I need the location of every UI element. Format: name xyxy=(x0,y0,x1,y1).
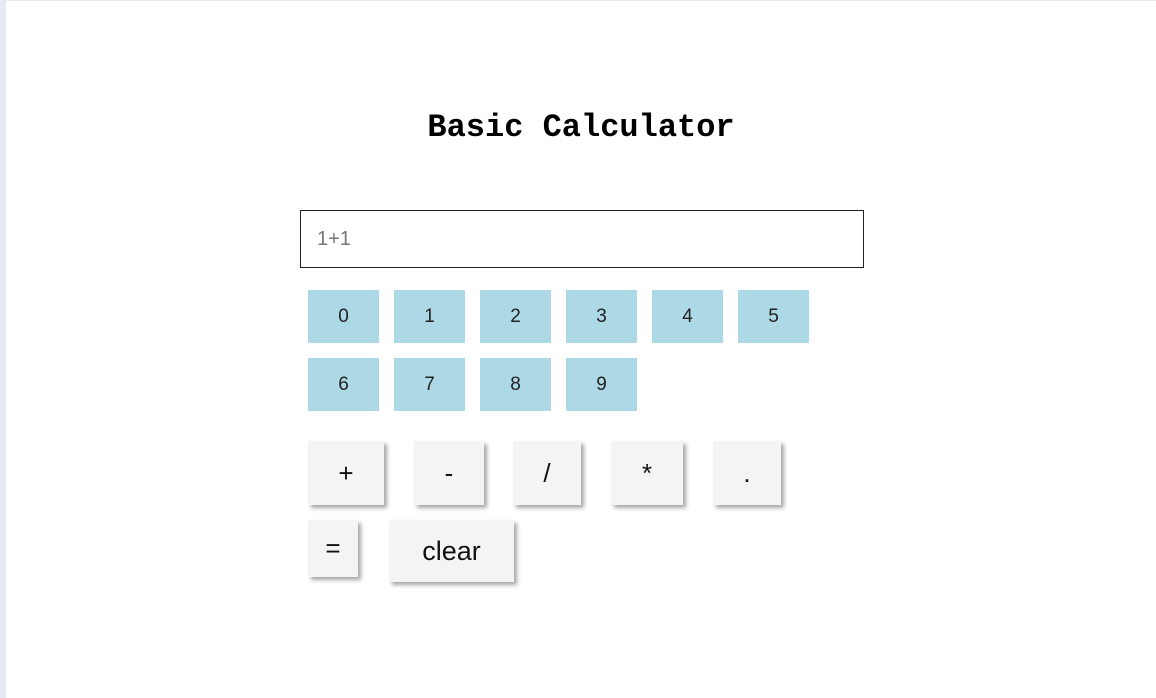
page-title: Basic Calculator xyxy=(427,109,735,146)
digit-9-button[interactable]: 9 xyxy=(566,358,637,411)
digit-4-button[interactable]: 4 xyxy=(652,290,723,343)
digit-2-button[interactable]: 2 xyxy=(480,290,551,343)
digit-8-button[interactable]: 8 xyxy=(480,358,551,411)
digit-5-button[interactable]: 5 xyxy=(738,290,809,343)
calculator-display-input[interactable] xyxy=(300,210,864,268)
plus-button[interactable]: + xyxy=(308,441,384,505)
digit-3-button[interactable]: 3 xyxy=(566,290,637,343)
divide-button[interactable]: / xyxy=(513,441,581,505)
multiply-button[interactable]: * xyxy=(611,441,683,505)
equals-button[interactable]: = xyxy=(308,520,358,577)
clear-button[interactable]: clear xyxy=(389,520,514,582)
digit-1-button[interactable]: 1 xyxy=(394,290,465,343)
calculator-page: Basic Calculator 0 1 2 3 4 5 6 7 8 9 + -… xyxy=(6,1,1156,698)
digit-0-button[interactable]: 0 xyxy=(308,290,379,343)
decimal-point-button[interactable]: . xyxy=(713,441,781,505)
digit-6-button[interactable]: 6 xyxy=(308,358,379,411)
minus-button[interactable]: - xyxy=(414,441,484,505)
digit-7-button[interactable]: 7 xyxy=(394,358,465,411)
